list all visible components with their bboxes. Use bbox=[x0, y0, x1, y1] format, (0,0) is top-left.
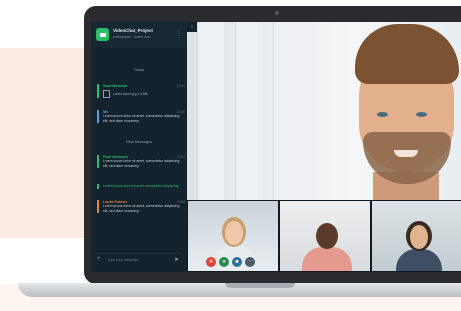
participant-tile[interactable] bbox=[371, 200, 461, 272]
video-camera-icon bbox=[96, 28, 109, 41]
message-time: 10:24 bbox=[177, 84, 185, 88]
message-time: 10:31 bbox=[177, 155, 185, 159]
file-name: Lorem ipsum.jpg 2.4 MB bbox=[113, 92, 148, 96]
project-title: VideoChat_Project bbox=[113, 28, 153, 33]
more-icon[interactable]: ⋯ bbox=[245, 257, 255, 267]
participant-eye bbox=[377, 112, 388, 117]
send-icon[interactable]: ➤ bbox=[174, 256, 179, 263]
participant-tile[interactable] bbox=[279, 200, 371, 272]
chat-message: Paul Johnson 10:31 Lorem ipsum dolor sit… bbox=[97, 155, 185, 169]
date-divider: Today bbox=[133, 68, 145, 72]
microphone-icon[interactable]: ● bbox=[219, 257, 229, 267]
laptop-base-notch bbox=[225, 283, 295, 288]
file-attachment[interactable]: Lorem ipsum.jpg 2.4 MB bbox=[103, 90, 185, 98]
new-messages-divider: New Messages bbox=[126, 140, 152, 144]
tile-face bbox=[410, 225, 428, 249]
message-text: Lorem ipsum dolor sit amet, consectetur … bbox=[103, 204, 180, 213]
window-blind bbox=[273, 22, 300, 202]
tile-face bbox=[316, 223, 338, 249]
plus-icon[interactable]: + bbox=[97, 256, 101, 262]
message-time: 10:34 bbox=[177, 200, 185, 204]
project-subtitle: participants · active now bbox=[113, 35, 151, 39]
webcam-dot bbox=[275, 11, 279, 15]
file-icon bbox=[103, 90, 110, 98]
message-text: Lorem ipsum dolor sit amet consectetur a… bbox=[103, 184, 180, 188]
chat-header: VideoChat_Project participants · active … bbox=[91, 22, 187, 48]
window-blind bbox=[235, 22, 262, 202]
tile-body bbox=[396, 249, 442, 271]
phone-end-icon[interactable]: ✕ bbox=[206, 257, 216, 267]
chat-message: Sara Miranda 10:24 Lorem ipsum.jpg 2.4 M… bbox=[97, 84, 185, 98]
message-text: Lorem ipsum dolor sit amet, consectetur … bbox=[103, 114, 180, 123]
participant-eye bbox=[416, 112, 427, 117]
tile-face bbox=[225, 221, 243, 245]
chat-message: Lorem ipsum dolor sit amet consectetur a… bbox=[97, 184, 185, 189]
message-time: 10:26 bbox=[177, 110, 185, 114]
participant-thumbnails: ✕ ● ■ ⋯ bbox=[187, 200, 461, 272]
ellipsis-icon[interactable]: ⋮ bbox=[176, 30, 182, 37]
camera-icon[interactable]: ■ bbox=[232, 257, 242, 267]
tile-body bbox=[302, 247, 352, 271]
chat-message: Me 10:26 Lorem ipsum dolor sit amet, con… bbox=[97, 110, 185, 124]
message-input[interactable]: + Type your message ➤ bbox=[95, 253, 181, 266]
participant-hair bbox=[355, 24, 459, 84]
window-blind bbox=[197, 22, 224, 202]
call-controls: ✕ ● ■ ⋯ bbox=[206, 257, 255, 267]
chat-message: Laura Palmer 10:34 Lorem ipsum dolor sit… bbox=[97, 200, 185, 214]
message-placeholder: Type your message bbox=[107, 258, 139, 262]
chat-panel: VideoChat_Project participants · active … bbox=[91, 22, 188, 272]
message-text: Lorem ipsum dolor sit amet, consectetur … bbox=[103, 159, 180, 168]
participant-mouth bbox=[394, 150, 418, 157]
message-sender: Sara Miranda bbox=[103, 84, 127, 88]
participant-tile[interactable]: ✕ ● ■ ⋯ bbox=[187, 200, 279, 272]
app-window: VideoChat_Project participants · active … bbox=[91, 22, 461, 272]
collapse-panel-icon[interactable]: ‹ bbox=[187, 22, 197, 32]
